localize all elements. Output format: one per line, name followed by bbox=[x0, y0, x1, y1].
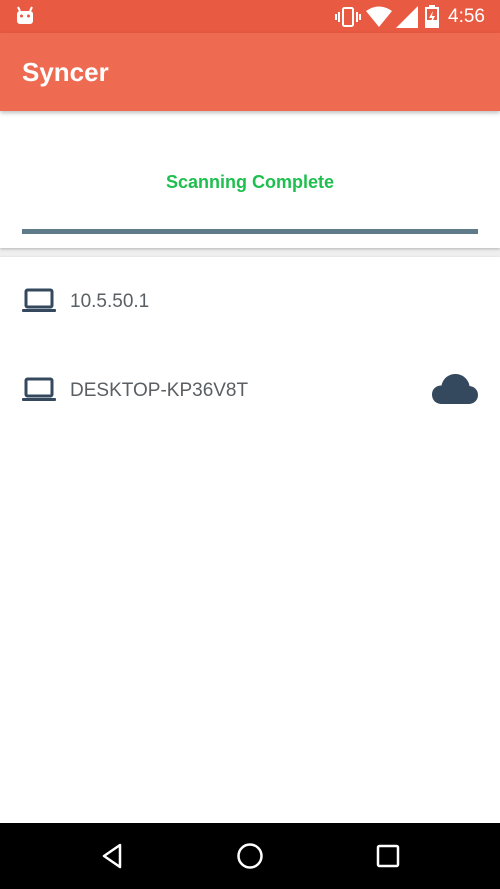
android-icon bbox=[17, 6, 33, 24]
battery-icon bbox=[425, 5, 439, 28]
navigation-bar bbox=[0, 823, 500, 889]
recents-icon[interactable] bbox=[373, 841, 403, 871]
cloud-icon[interactable] bbox=[432, 373, 478, 405]
status-bar: 4:56 bbox=[0, 0, 500, 33]
wifi-icon bbox=[366, 6, 392, 27]
laptop-icon bbox=[22, 377, 56, 401]
device-name: 10.5.50.1 bbox=[70, 291, 150, 312]
scan-status-card: Scanning Complete bbox=[0, 111, 500, 248]
app-title: Syncer bbox=[22, 57, 109, 87]
signal-icon bbox=[396, 6, 418, 28]
status-clock: 4:56 bbox=[448, 6, 485, 27]
scan-status-text: Scanning Complete bbox=[165, 172, 335, 192]
back-icon[interactable] bbox=[97, 841, 127, 871]
device-name: DESKTOP-KP36V8T bbox=[70, 380, 249, 401]
scan-progress-fill bbox=[22, 229, 478, 234]
app-bar: Syncer bbox=[0, 33, 500, 111]
scan-progress-bar bbox=[22, 229, 478, 234]
list-item[interactable]: DESKTOP-KP36V8T bbox=[0, 343, 500, 429]
vibrate-icon bbox=[335, 7, 361, 27]
list-item[interactable]: 10.5.50.1 bbox=[0, 257, 500, 343]
laptop-icon bbox=[22, 288, 56, 312]
home-icon[interactable] bbox=[235, 841, 265, 871]
device-list: 10.5.50.1 DESKTOP-KP36V8T bbox=[0, 257, 500, 823]
